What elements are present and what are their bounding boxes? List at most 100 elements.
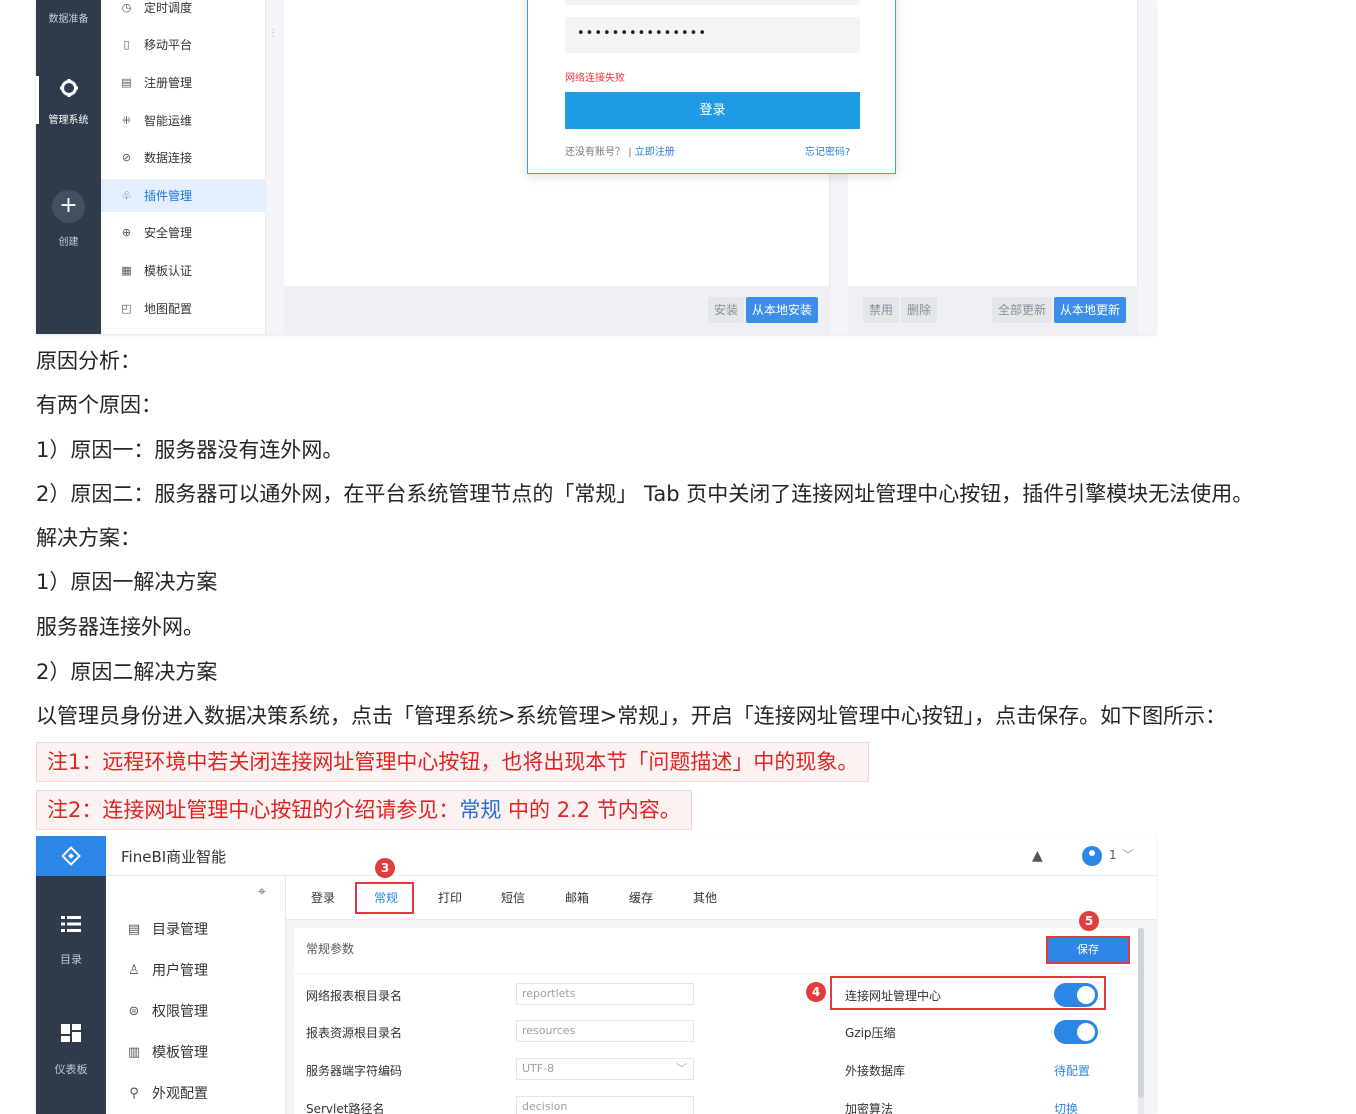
menu-item-label: 外观配置 (152, 1086, 208, 1102)
charset-value: UTF-8 (522, 1062, 555, 1075)
menu-item-data-connection[interactable]: ⊘ 数据连接 (101, 141, 266, 174)
external-db-link[interactable]: 待配置 (1054, 1062, 1090, 1079)
menu-item-schedule[interactable]: ◷ 定时调度 (101, 0, 266, 24)
menu-item-plugin[interactable]: ♧ 插件管理 (101, 179, 266, 212)
install-local-button[interactable]: 从本地安装 (746, 297, 819, 323)
note-two-prefix: 注2：连接网址管理中心按钮的介绍请参见： (47, 798, 460, 822)
step-badge-4: 4 (806, 982, 826, 1002)
menu-item-catalog[interactable]: ▤ 目录管理 (126, 919, 208, 939)
setting-label-gzip: Gzip压缩 (845, 1026, 896, 1040)
rail-item-catalog[interactable]: 目录 (36, 951, 106, 967)
panel-footer: 安装 从本地安装 (284, 286, 830, 334)
report-root-input[interactable]: reportlets (516, 983, 694, 1005)
charset-select[interactable]: UTF-8 ﹀ (516, 1058, 694, 1080)
link-icon: ⊘ (121, 151, 132, 164)
menu-item-template-auth[interactable]: ▦ 模板认证 (101, 254, 266, 287)
rail-item-data-prep[interactable]: 数据准备 (36, 10, 101, 25)
menu-item-users[interactable]: ♙ 用户管理 (126, 960, 208, 980)
install-button[interactable]: 安装 (708, 297, 745, 323)
setting-label-external-db: 外接数据库 (845, 1064, 906, 1078)
logo-icon (61, 846, 81, 866)
solution-two-title: 2）原因二解决方案 (36, 660, 218, 684)
settings-tabs: 登录 常规 打印 短信 邮箱 缓存 其他 (286, 876, 1156, 920)
menu-item-templates[interactable]: ▥ 模板管理 (126, 1042, 208, 1062)
dashboard-icon (61, 1024, 81, 1042)
user-name[interactable]: 1 (1109, 848, 1117, 862)
menu-item-label: 目录管理 (152, 922, 208, 938)
cause-two: 2）原因二：服务器可以通外网，在平台系统管理节点的「常规」 Tab 页中关闭了连… (36, 482, 1254, 506)
rail-item-dashboard[interactable]: 仪表板 (36, 1061, 106, 1077)
forgot-password-link[interactable]: 忘记密码? (805, 143, 850, 158)
menu-item-mobile[interactable]: ▯ 移动平台 (101, 28, 266, 61)
register-link[interactable]: 立即注册 (635, 147, 675, 158)
tab-email[interactable]: 邮箱 (565, 889, 589, 906)
pin-icon[interactable]: ⌖ (258, 884, 266, 900)
map-icon: ◰ (121, 302, 132, 315)
tab-sms[interactable]: 短信 (501, 889, 525, 906)
menu-item-map[interactable]: ◰ 地图配置 (101, 292, 266, 325)
field-label-report-root: 网络报表根目录名 (306, 989, 403, 1003)
section-title: 常规参数 (306, 942, 355, 956)
admin-menu: ◷ 定时调度 ▯ 移动平台 ▤ 注册管理 ⁜ 智能运维 ⊘ 数据连接 ♧ 插件管理 ⊕ 安全管… (101, 0, 266, 334)
login-button[interactable]: 登录 (565, 92, 860, 129)
sidebar-rail: 目录 仪表板 (36, 876, 106, 1114)
menu-item-label: 注册管理 (144, 76, 193, 90)
tab-login[interactable]: 登录 (311, 889, 335, 906)
menu-item-security[interactable]: ⊕ 安全管理 (101, 216, 266, 249)
sidebar-rail: 数据准备 管理系统 + 创建 (36, 0, 101, 334)
update-local-button[interactable]: 从本地更新 (1054, 297, 1127, 323)
menu-item-label: 权限管理 (152, 1004, 208, 1020)
menu-item-label: 智能运维 (144, 114, 193, 128)
password-field[interactable]: ••••••••••••••• (565, 17, 860, 53)
menu-item-permissions[interactable]: ⊜ 权限管理 (126, 1001, 208, 1021)
username-field[interactable] (565, 0, 860, 5)
delete-button[interactable]: 删除 (901, 297, 938, 323)
tab-print[interactable]: 打印 (438, 889, 462, 906)
tab-cache[interactable]: 缓存 (629, 889, 653, 906)
rail-item-admin[interactable]: 管理系统 (36, 111, 101, 126)
ops-icon: ⁜ (121, 114, 132, 127)
app-logo[interactable] (36, 836, 106, 876)
solution-one-text: 服务器连接外网。 (36, 615, 204, 639)
scrollbar-thumb[interactable] (1138, 928, 1144, 1098)
template-icon: ▦ (121, 264, 132, 277)
menu-item-label: 模板认证 (144, 264, 193, 278)
menu-item-ops[interactable]: ⁜ 智能运维 (101, 104, 266, 137)
servlet-input[interactable]: decision (516, 1096, 694, 1114)
solution-heading: 解决方案： (36, 526, 141, 550)
menu-item-label: 安全管理 (144, 226, 193, 240)
encryption-switch-link[interactable]: 切换 (1054, 1100, 1078, 1114)
plus-icon[interactable]: + (52, 190, 85, 223)
menu-item-label: 模板管理 (152, 1045, 208, 1061)
plugin-icon: ♧ (121, 189, 132, 202)
gzip-toggle[interactable] (1054, 1020, 1098, 1044)
chevron-down-icon[interactable]: ﹀ (1122, 846, 1134, 863)
solution-two-text: 以管理员身份进入数据决策系统，点击「管理系统>系统管理>常规」，开启「连接网址管… (36, 704, 1227, 728)
disable-button[interactable]: 禁用 (863, 297, 900, 323)
shield-icon: ⊕ (121, 226, 132, 239)
app-title: FineBI商业智能 (121, 848, 227, 866)
resource-root-input[interactable]: resources (516, 1020, 694, 1042)
update-all-button[interactable]: 全部更新 (992, 297, 1053, 323)
screenshot-plugin-management: 数据准备 管理系统 + 创建 ◷ 定时调度 ▯ 移动平台 ▤ 注册管理 ⁜ 智能运维 ⊘… (36, 0, 1156, 334)
menu-item-label: 数据连接 (144, 151, 193, 165)
password-value: ••••••••••••••• (577, 26, 708, 41)
field-label-charset: 服务器端字符编码 (306, 1064, 403, 1078)
menu-item-label: 定时调度 (144, 1, 193, 15)
note-two-suffix: 中的 2.2 节内容。 (501, 798, 681, 822)
resize-handle[interactable]: ⋮ (268, 28, 278, 39)
tab-other[interactable]: 其他 (693, 889, 717, 906)
general-doc-link[interactable]: 常规 (459, 798, 501, 822)
bell-icon[interactable]: ▲ (1032, 848, 1043, 864)
menu-item-appearance[interactable]: ⚲ 外观配置 (126, 1083, 208, 1103)
avatar[interactable] (1082, 846, 1102, 866)
cause-intro: 有两个原因： (36, 393, 162, 417)
footer-divider: | (628, 147, 632, 158)
setting-label-encryption: 加密算法 (845, 1102, 894, 1114)
mobile-icon: ▯ (123, 38, 130, 51)
register-icon: ▤ (121, 76, 132, 89)
save-button[interactable]: 保存 (1046, 936, 1130, 964)
rail-item-create[interactable]: 创建 (36, 233, 101, 248)
menu-item-register[interactable]: ▤ 注册管理 (101, 66, 266, 99)
login-dialog: ••••••••••••••• 网络连接失败 登录 还没有账号？ | 立即注册 … (527, 0, 896, 174)
